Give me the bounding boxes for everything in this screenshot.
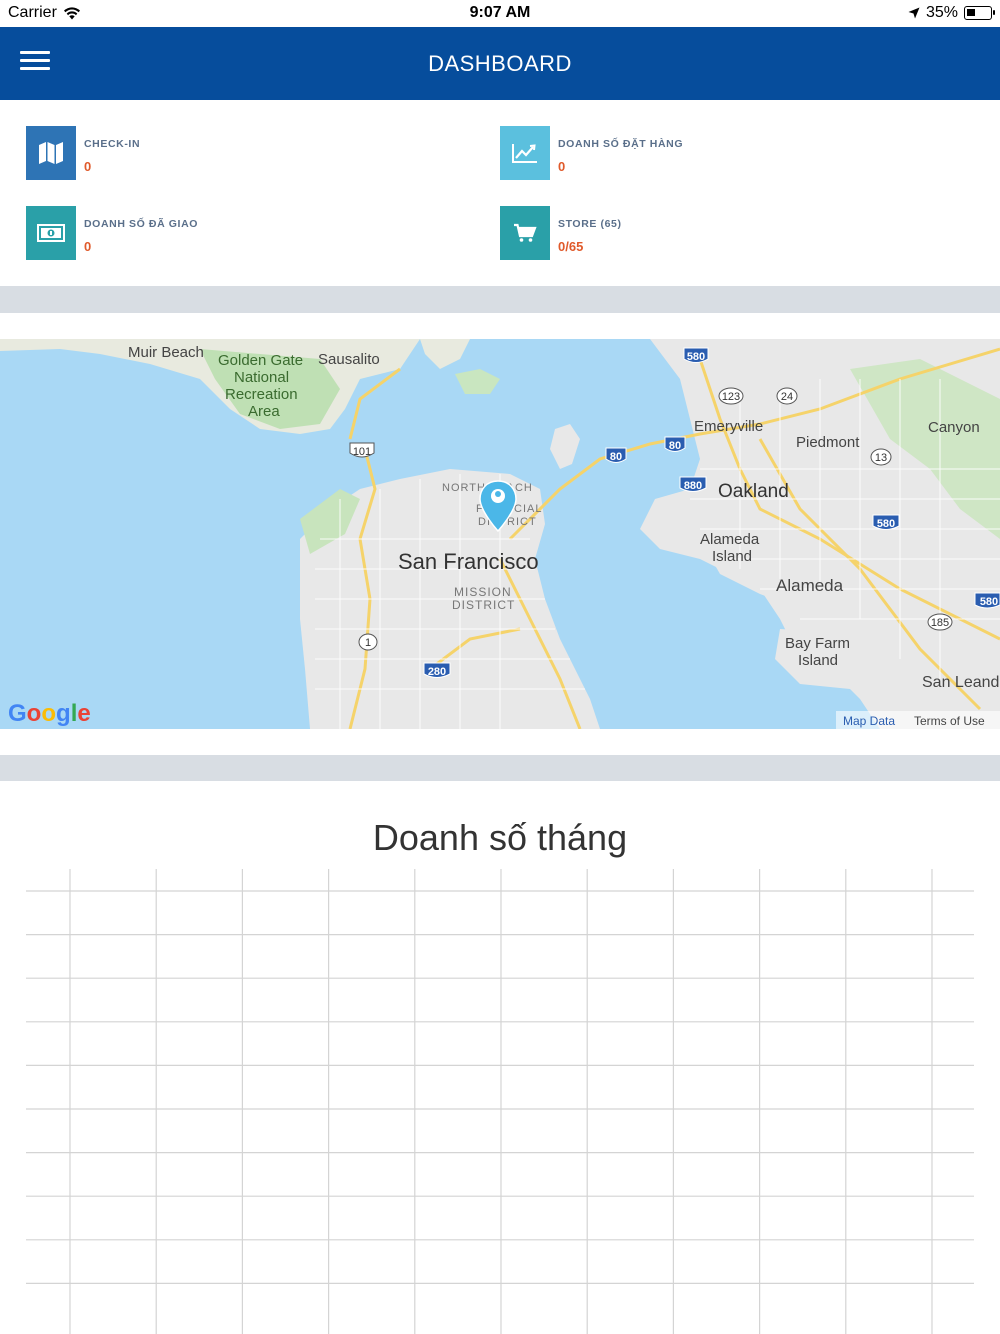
status-time: 9:07 AM: [469, 4, 531, 21]
stat-label: CHECK-IN: [84, 138, 141, 150]
route-shield-icon: 24: [776, 387, 798, 405]
status-bar: Carrier 9:07 AM 35%: [0, 0, 1000, 27]
svg-text:80: 80: [669, 440, 681, 452]
place-label: San Francisco: [398, 549, 539, 574]
svg-text:185: 185: [931, 617, 949, 629]
route-shield-icon: 123: [718, 387, 744, 405]
battery-percent: 35%: [925, 4, 958, 21]
cart-icon: [500, 206, 550, 260]
interstate-shield-icon: 280: [423, 662, 451, 678]
place-label: Bay Farm: [785, 635, 850, 652]
svg-text:880: 880: [684, 480, 702, 492]
location-arrow-icon: [908, 7, 920, 19]
stat-value: 0: [84, 239, 92, 254]
interstate-shield-icon: 580: [683, 347, 709, 363]
stat-label: DOANH SỐ ĐÃ GIAO: [84, 218, 199, 230]
route-shield-icon: 13: [870, 448, 892, 466]
terms-of-use-link[interactable]: Terms of Use: [914, 714, 985, 728]
interstate-shield-icon: 80: [664, 436, 686, 452]
money-icon: [26, 206, 76, 260]
map-view[interactable]: Muir Beach Golden Gate National Recreati…: [0, 339, 1000, 729]
place-label: Alameda: [700, 531, 760, 548]
route-shield-icon: 101: [349, 442, 375, 458]
interstate-shield-icon: 80: [605, 447, 627, 463]
place-label: Recreation: [225, 386, 298, 403]
route-shield-icon: 1: [358, 633, 378, 651]
place-label: Piedmont: [796, 434, 860, 451]
stat-delivered-sales[interactable]: DOANH SỐ ĐÃ GIAO 0: [26, 206, 198, 260]
chart-grid: [26, 869, 974, 1334]
stat-value: 0: [84, 159, 92, 174]
trend-chart-icon: [500, 126, 550, 180]
battery-icon: [964, 6, 995, 20]
place-label: Sausalito: [318, 351, 380, 368]
svg-text:1: 1: [365, 637, 371, 649]
place-label: MISSION: [454, 585, 512, 599]
svg-text:24: 24: [781, 391, 793, 403]
stat-store[interactable]: STORE (65) 0/65: [500, 206, 622, 260]
place-label: Island: [798, 652, 838, 669]
svg-text:580: 580: [980, 596, 998, 608]
place-label: DISTRICT: [452, 598, 515, 612]
place-label: Alameda: [776, 576, 844, 595]
stat-order-sales[interactable]: DOANH SỐ ĐẶT HÀNG 0: [500, 126, 683, 180]
interstate-shield-icon: 580: [974, 592, 1000, 609]
place-label: Canyon: [928, 419, 980, 436]
route-shield-icon: 185: [927, 613, 953, 631]
section-divider: [0, 286, 1000, 313]
svg-text:13: 13: [875, 452, 887, 464]
place-label: National: [234, 369, 289, 386]
stat-value: 0/65: [558, 239, 584, 254]
chart-title: Doanh số tháng: [372, 817, 628, 858]
place-label: Muir Beach: [128, 344, 204, 361]
svg-text:123: 123: [722, 391, 740, 403]
interstate-shield-icon: 880: [679, 476, 707, 492]
stats-panel: CHECK-IN 0 DOANH SỐ ĐẶT HÀNG 0 DOANH SỐ …: [0, 100, 1000, 286]
page-title: DASHBOARD: [428, 51, 572, 76]
map-icon: [26, 126, 76, 180]
svg-text:101: 101: [353, 446, 371, 458]
place-label: Island: [712, 548, 752, 565]
map-card: Muir Beach Golden Gate National Recreati…: [0, 313, 1000, 755]
stat-value: 0: [558, 159, 566, 174]
svg-text:80: 80: [610, 451, 622, 463]
google-logo: Google: [8, 700, 91, 727]
place-label: Oakland: [718, 481, 789, 502]
stat-label: DOANH SỐ ĐẶT HÀNG: [558, 138, 684, 150]
stat-check-in[interactable]: CHECK-IN 0: [26, 126, 140, 180]
map-data-link[interactable]: Map Data: [843, 714, 895, 728]
svg-text:580: 580: [687, 351, 705, 363]
stat-label: STORE (65): [558, 218, 622, 230]
section-divider: [0, 755, 1000, 781]
nav-bar: DASHBOARD: [0, 27, 1000, 100]
svg-text:580: 580: [877, 518, 895, 530]
svg-text:280: 280: [428, 666, 446, 678]
place-label: Golden Gate: [218, 352, 303, 369]
chart-card: Doanh số tháng: [0, 781, 1000, 1334]
interstate-shield-icon: 580: [872, 514, 900, 530]
place-label: Area: [248, 403, 280, 420]
place-label: Emeryville: [694, 418, 763, 435]
place-label: San Leand: [922, 674, 999, 691]
